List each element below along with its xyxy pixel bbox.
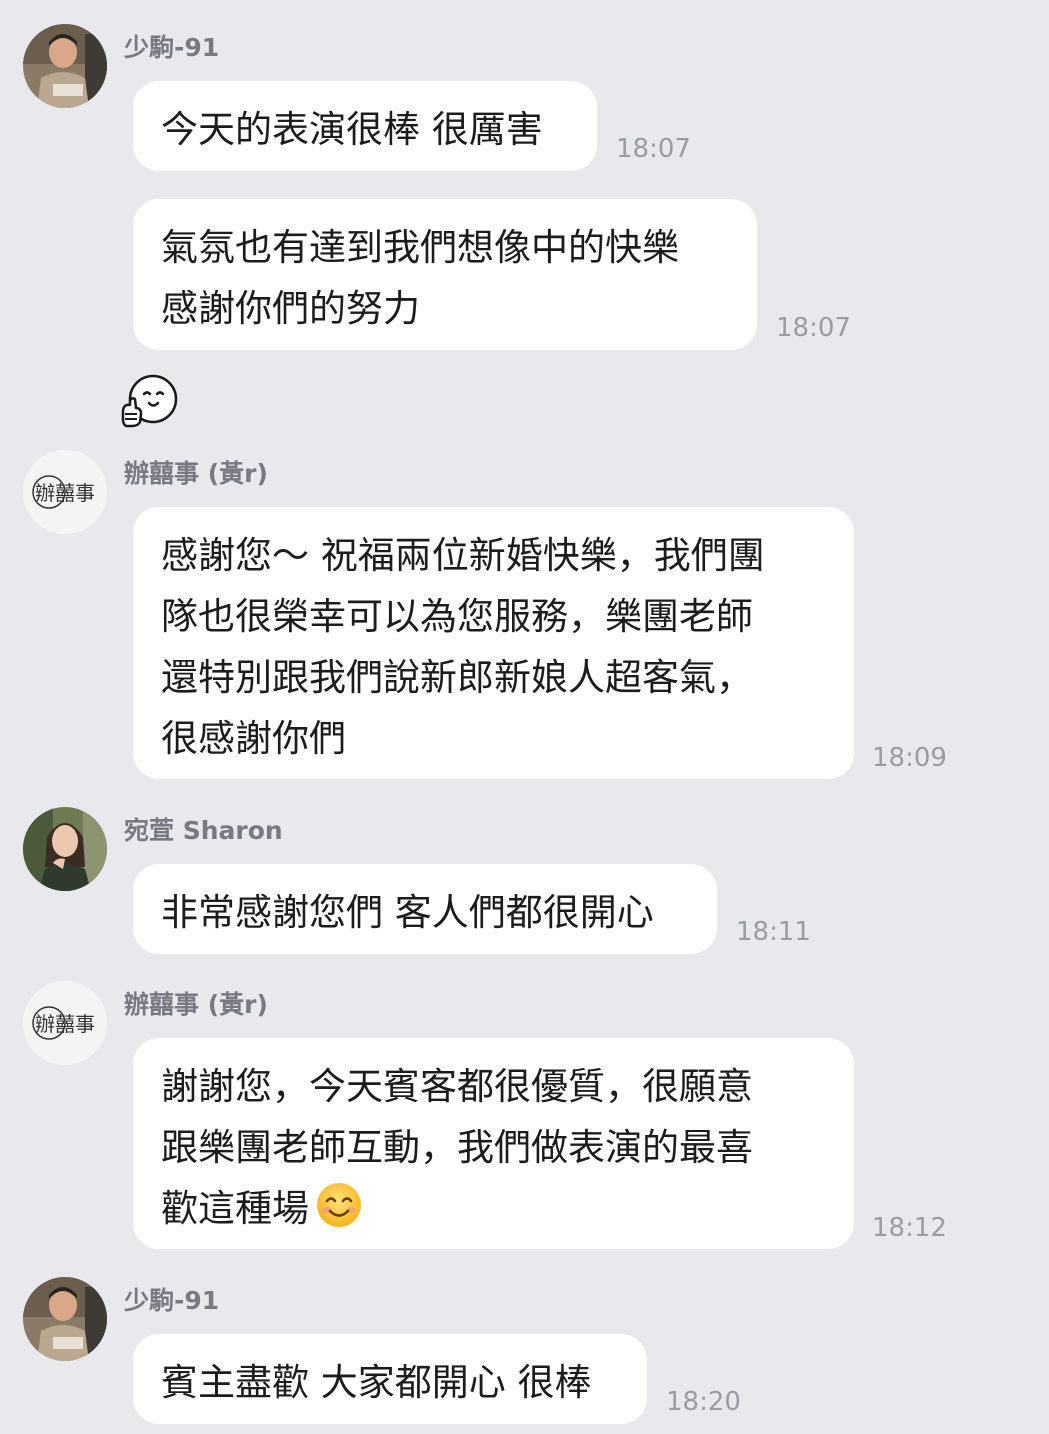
message-text: 歡這種場: [161, 1187, 309, 1230]
message-timestamp: 18:20: [666, 1387, 741, 1417]
avatar-shaoju[interactable]: [23, 1277, 107, 1361]
message-timestamp: 18:09: [872, 743, 947, 773]
message-text: 今天的表演很棒 很厲害: [161, 108, 543, 151]
logo-text: 辦囍事: [35, 481, 95, 505]
message-bubble[interactable]: 今天的表演很棒 很厲害: [133, 81, 597, 171]
message-text: 感謝你們的努力: [161, 287, 420, 330]
thumbs-up-face-sticker[interactable]: [120, 372, 180, 430]
message-timestamp: 18:07: [776, 313, 851, 343]
message-bubble[interactable]: 氣氛也有達到我們想像中的快樂 感謝你們的努力: [133, 199, 757, 350]
sender-name: 辦囍事 (黃r): [124, 990, 268, 1019]
sender-name: 少駒-91: [124, 33, 220, 62]
message-bubble[interactable]: 賓主盡歡 大家都開心 很棒: [133, 1334, 647, 1424]
message-timestamp: 18:12: [872, 1213, 947, 1243]
message-text: 很感謝你們: [161, 717, 346, 760]
avatar-sharon[interactable]: [23, 807, 107, 891]
avatar-shaoju[interactable]: [23, 24, 107, 108]
smiling-face-emoji: [317, 1183, 361, 1227]
message-bubble[interactable]: 感謝您～ 祝福兩位新婚快樂，我們團 隊也很榮幸可以為您服務，樂團老師 還特別跟我…: [133, 507, 854, 779]
message-text: 跟樂團老師互動，我們做表演的最喜: [161, 1126, 753, 1169]
sender-name: 宛萓 Sharon: [124, 816, 283, 845]
message-text: 賓主盡歡 大家都開心 很棒: [161, 1361, 592, 1404]
logo-text: 辦囍事: [35, 1012, 95, 1036]
message-bubble[interactable]: 謝謝您，今天賓客都很優質，很願意 跟樂團老師互動，我們做表演的最喜 歡這種場: [133, 1038, 854, 1249]
message-text: 還特別跟我們說新郎新娘人超客氣，: [161, 656, 753, 699]
message-text: 氣氛也有達到我們想像中的快樂: [161, 226, 679, 269]
avatar-banxishi[interactable]: 辦囍事: [23, 450, 107, 534]
avatar-banxishi[interactable]: 辦囍事: [23, 981, 107, 1065]
message-timestamp: 18:11: [736, 917, 811, 947]
message-text: 感謝您～ 祝福兩位新婚快樂，我們團: [161, 534, 765, 577]
sender-name: 辦囍事 (黃r): [124, 459, 268, 488]
message-text: 謝謝您，今天賓客都很優質，很願意: [161, 1065, 753, 1108]
message-line: 歡這種場: [161, 1178, 826, 1239]
message-bubble[interactable]: 非常感謝您們 客人們都很開心: [133, 864, 717, 954]
message-text: 非常感謝您們 客人們都很開心: [161, 891, 654, 934]
sender-name: 少駒-91: [124, 1286, 220, 1315]
message-text: 隊也很榮幸可以為您服務，樂團老師: [161, 595, 753, 638]
message-timestamp: 18:07: [616, 134, 691, 164]
